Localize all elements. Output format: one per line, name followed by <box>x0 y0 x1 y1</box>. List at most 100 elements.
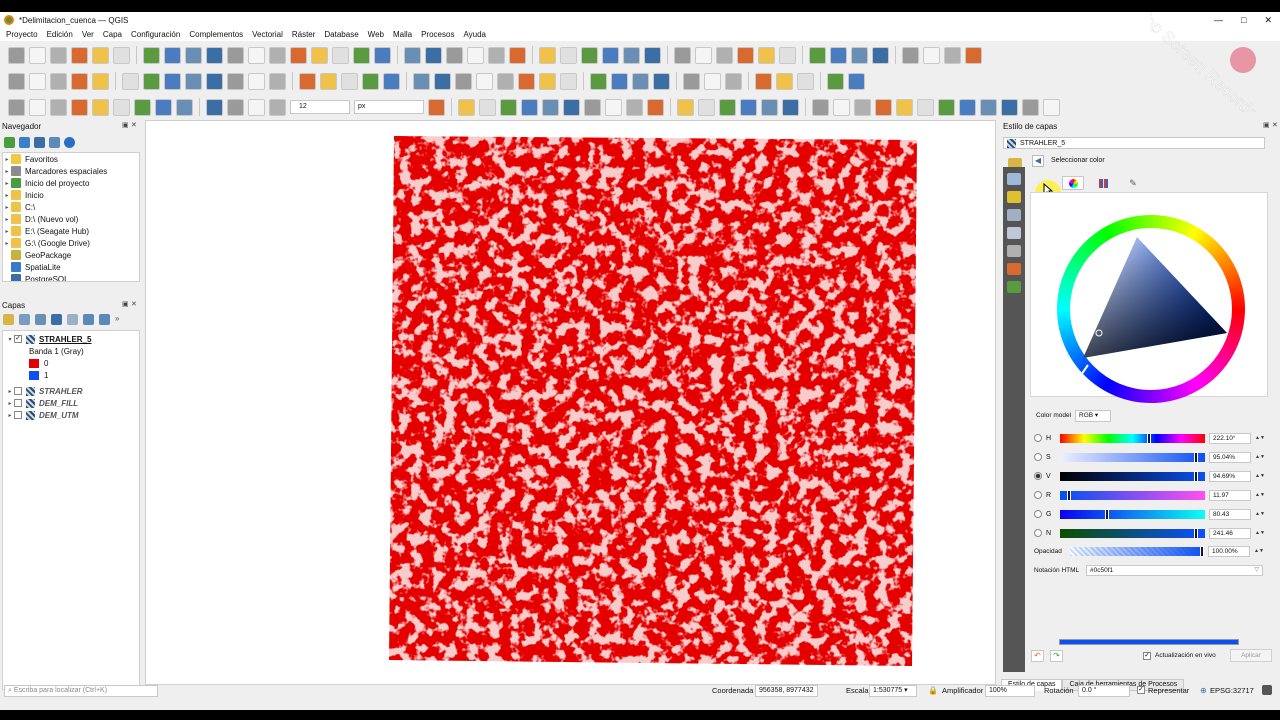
toolbar-tool-icon[interactable] <box>521 98 538 116</box>
toolbar-tool-icon[interactable] <box>50 46 67 64</box>
toolbar-tool-icon[interactable] <box>290 46 307 64</box>
toolbar-tool-icon[interactable] <box>206 98 223 116</box>
menu-12[interactable]: Ayuda <box>463 30 486 39</box>
close-button[interactable]: ✕ <box>1264 15 1272 26</box>
menu-11[interactable]: Procesos <box>421 30 454 39</box>
toolbar-tool-icon[interactable] <box>980 98 997 116</box>
toolbar-tool-icon[interactable] <box>29 98 46 116</box>
toolbar-tool-icon[interactable] <box>227 72 244 90</box>
toolbar-tool-icon[interactable] <box>623 46 640 64</box>
toolbar-tool-icon[interactable] <box>602 46 619 64</box>
toolbar-tool-icon[interactable] <box>938 98 955 116</box>
toolbar-tool-icon[interactable] <box>611 72 628 90</box>
navigator-item[interactable]: ▸ C:\ <box>3 201 139 213</box>
menu-9[interactable]: Web <box>368 30 384 39</box>
toolbar-tool-icon[interactable] <box>383 72 400 90</box>
layer-visibility-checkbox[interactable]: ✓ <box>14 335 22 343</box>
history-icon[interactable] <box>1007 281 1021 293</box>
toolbar-tool-icon[interactable] <box>467 46 484 64</box>
toolbar-tool-icon[interactable] <box>122 72 139 90</box>
channel-slider[interactable] <box>1060 432 1205 444</box>
spin-icon[interactable]: ▲▼ <box>1255 454 1265 460</box>
toolbar-tool-icon[interactable] <box>959 98 976 116</box>
apply-button[interactable]: Aplicar <box>1230 649 1272 662</box>
toolbar-tool-icon[interactable] <box>797 72 814 90</box>
toolbar-tool-icon[interactable] <box>632 72 649 90</box>
toolbar-tool-icon[interactable] <box>269 98 286 116</box>
toolbar-tool-icon[interactable] <box>428 98 445 116</box>
toolbar-tool-icon[interactable] <box>413 72 430 90</box>
channel-radio[interactable] <box>1034 529 1042 537</box>
layer-row-strahler[interactable]: ▸ STRAHLER <box>3 385 139 397</box>
toolbar-tool-icon[interactable] <box>737 46 754 64</box>
toolbar-tool-icon[interactable] <box>92 46 109 64</box>
toolbar-tool-icon[interactable] <box>758 46 775 64</box>
toolbar-tool-icon[interactable] <box>50 98 67 116</box>
labels-icon[interactable] <box>1007 191 1021 203</box>
toolbar-tool-icon[interactable] <box>176 98 193 116</box>
toolbar-tool-icon[interactable] <box>248 46 265 64</box>
toolbar-tool-icon[interactable] <box>542 98 559 116</box>
toolbar-tool-icon[interactable] <box>248 72 265 90</box>
toolbar-tool-icon[interactable] <box>155 98 172 116</box>
swatches-tab[interactable] <box>1092 176 1114 190</box>
toolbar-tool-icon[interactable] <box>923 46 940 64</box>
channel-knob[interactable] <box>1193 470 1198 482</box>
layer-visibility-checkbox[interactable] <box>14 387 22 395</box>
navigator-item[interactable]: GeoPackage <box>3 249 139 261</box>
toolbar-tool-icon[interactable] <box>809 46 826 64</box>
toolbar-tool-icon[interactable] <box>206 46 223 64</box>
channel-slider[interactable] <box>1060 527 1205 539</box>
menu-0[interactable]: Proyecto <box>6 30 38 39</box>
navigator-item[interactable]: ▸ D:\ (Nuevo vol) <box>3 213 139 225</box>
toolbar-tool-icon[interactable] <box>584 98 601 116</box>
class-swatch-0[interactable] <box>29 358 39 368</box>
toolbar-tool-icon[interactable] <box>776 72 793 90</box>
toolbar-tool-icon[interactable] <box>740 98 757 116</box>
toolbar-tool-icon[interactable] <box>353 46 370 64</box>
color-model-select[interactable]: RGB ▾ <box>1075 410 1111 422</box>
channel-slider[interactable] <box>1060 508 1205 520</box>
locator-search-input[interactable]: ⌕ Escriba para localizar (Ctrl+K) <box>4 684 158 697</box>
channel-radio[interactable] <box>1034 510 1042 518</box>
channel-knob[interactable] <box>1193 451 1198 463</box>
toolbar-tool-icon[interactable] <box>434 72 451 90</box>
toolbar-tool-icon[interactable] <box>647 98 664 116</box>
information-icon[interactable] <box>1007 173 1021 185</box>
toolbar-tool-icon[interactable] <box>827 72 844 90</box>
toolbar-tool-icon[interactable] <box>812 98 829 116</box>
toolbar-tool-icon[interactable] <box>560 46 577 64</box>
map-canvas[interactable] <box>145 120 996 685</box>
channel-input[interactable]: 95.04% <box>1209 451 1251 463</box>
add-group-icon[interactable] <box>19 314 30 325</box>
toolbar-tool-icon[interactable] <box>500 98 517 116</box>
channel-knob[interactable] <box>1147 432 1152 444</box>
toolbar-tool-icon[interactable] <box>341 72 358 90</box>
refresh-icon[interactable] <box>19 137 30 148</box>
channel-input[interactable]: 94.69% <box>1209 470 1251 482</box>
toolbar-tool-icon[interactable] <box>563 98 580 116</box>
crs-globe-icon[interactable]: ⊕ <box>1200 686 1207 695</box>
back-arrow-icon[interactable]: ◀ <box>1032 155 1044 167</box>
layer-visibility-checkbox[interactable] <box>14 411 22 419</box>
class-swatch-1[interactable] <box>29 370 39 380</box>
maximize-button[interactable]: □ <box>1241 15 1246 25</box>
live-update-checkbox[interactable]: ✓ <box>1143 652 1151 660</box>
toolbar-tool-icon[interactable] <box>761 98 778 116</box>
panel-close-icon[interactable]: ✕ <box>1272 121 1278 129</box>
toolbar-tool-icon[interactable] <box>581 46 598 64</box>
menu-5[interactable]: Complementos <box>189 30 243 39</box>
menu-2[interactable]: Ver <box>82 30 94 39</box>
toolbar-tool-icon[interactable] <box>320 72 337 90</box>
collapse-all-icon[interactable] <box>99 314 110 325</box>
spin-icon[interactable]: ▲▼ <box>1255 435 1265 441</box>
toolbar-tool-icon[interactable] <box>695 46 712 64</box>
toolbar-tool-icon[interactable] <box>497 72 514 90</box>
toolbar-tool-icon[interactable] <box>719 98 736 116</box>
toolbar-tool-icon[interactable] <box>896 98 913 116</box>
crs-label[interactable]: EPSG:32717 <box>1210 686 1254 695</box>
expand-arrow-icon[interactable]: ▸ <box>6 400 14 407</box>
toolbar-tool-icon[interactable] <box>332 46 349 64</box>
filter-legend-icon[interactable] <box>51 314 62 325</box>
messages-icon[interactable] <box>1262 685 1272 695</box>
